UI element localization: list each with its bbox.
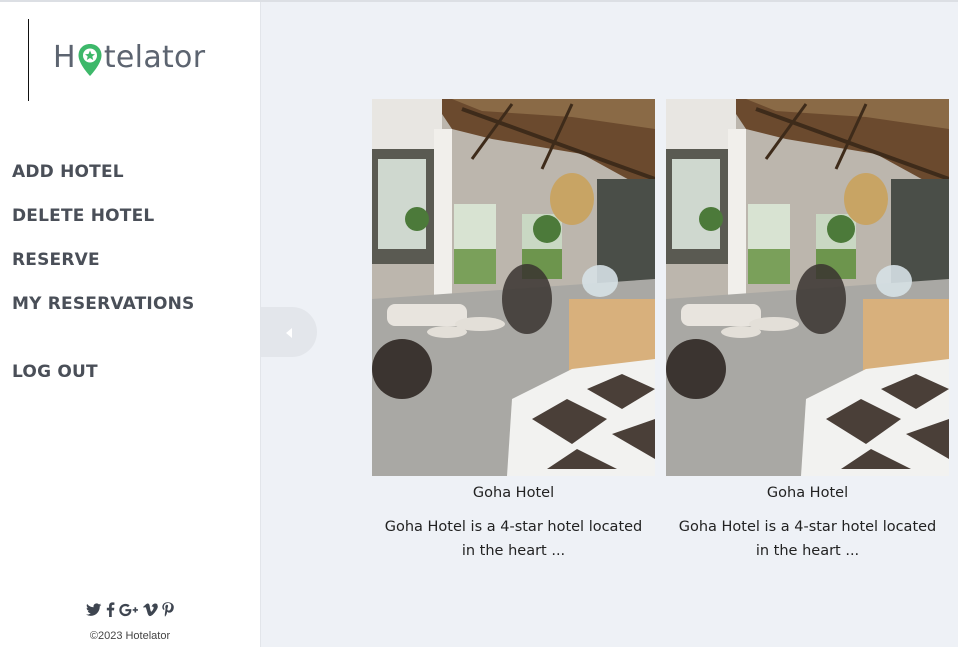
copyright-text: ©2023 Hotelator bbox=[89, 630, 171, 642]
facebook-icon[interactable] bbox=[106, 602, 115, 621]
sidebar-item-add-hotel[interactable]: ADD HOTEL bbox=[12, 159, 194, 203]
hotel-image[interactable] bbox=[372, 99, 655, 476]
hotel-description: Goha Hotel is a 4-star hotel located in … bbox=[384, 519, 643, 559]
logo-text-start: H bbox=[53, 40, 76, 75]
sidebar-collapse-button[interactable] bbox=[261, 307, 317, 357]
hotel-name[interactable]: Goha Hotel bbox=[666, 485, 949, 501]
hotel-card[interactable]: Goha Hotel Goha Hotel is a 4-star hotel … bbox=[372, 99, 655, 563]
logout-link[interactable]: LOG OUT bbox=[12, 359, 194, 403]
sidebar: H telator ADD HOTEL DELETE HOTEL RESERVE… bbox=[0, 2, 261, 647]
location-pin-icon bbox=[77, 43, 103, 77]
hotel-description: Goha Hotel is a 4-star hotel located in … bbox=[678, 519, 937, 559]
logo-divider bbox=[28, 19, 29, 101]
pinterest-icon[interactable] bbox=[162, 602, 174, 621]
sidebar-nav: ADD HOTEL DELETE HOTEL RESERVE MY RESERV… bbox=[12, 159, 194, 403]
caret-left-icon bbox=[285, 323, 293, 342]
twitter-icon[interactable] bbox=[86, 602, 102, 621]
logo-text-end: telator bbox=[103, 40, 206, 75]
sidebar-item-delete-hotel[interactable]: DELETE HOTEL bbox=[12, 203, 194, 247]
hotel-card[interactable]: Goha Hotel Goha Hotel is a 4-star hotel … bbox=[666, 99, 949, 563]
sidebar-item-reserve[interactable]: RESERVE bbox=[12, 247, 194, 291]
logo[interactable]: H telator bbox=[53, 40, 206, 77]
hotel-image[interactable] bbox=[666, 99, 949, 476]
social-links bbox=[0, 602, 260, 621]
hotel-name[interactable]: Goha Hotel bbox=[372, 485, 655, 501]
vimeo-icon[interactable] bbox=[143, 602, 158, 621]
sidebar-item-my-reservations[interactable]: MY RESERVATIONS bbox=[12, 291, 194, 335]
google-plus-icon[interactable] bbox=[119, 602, 139, 621]
